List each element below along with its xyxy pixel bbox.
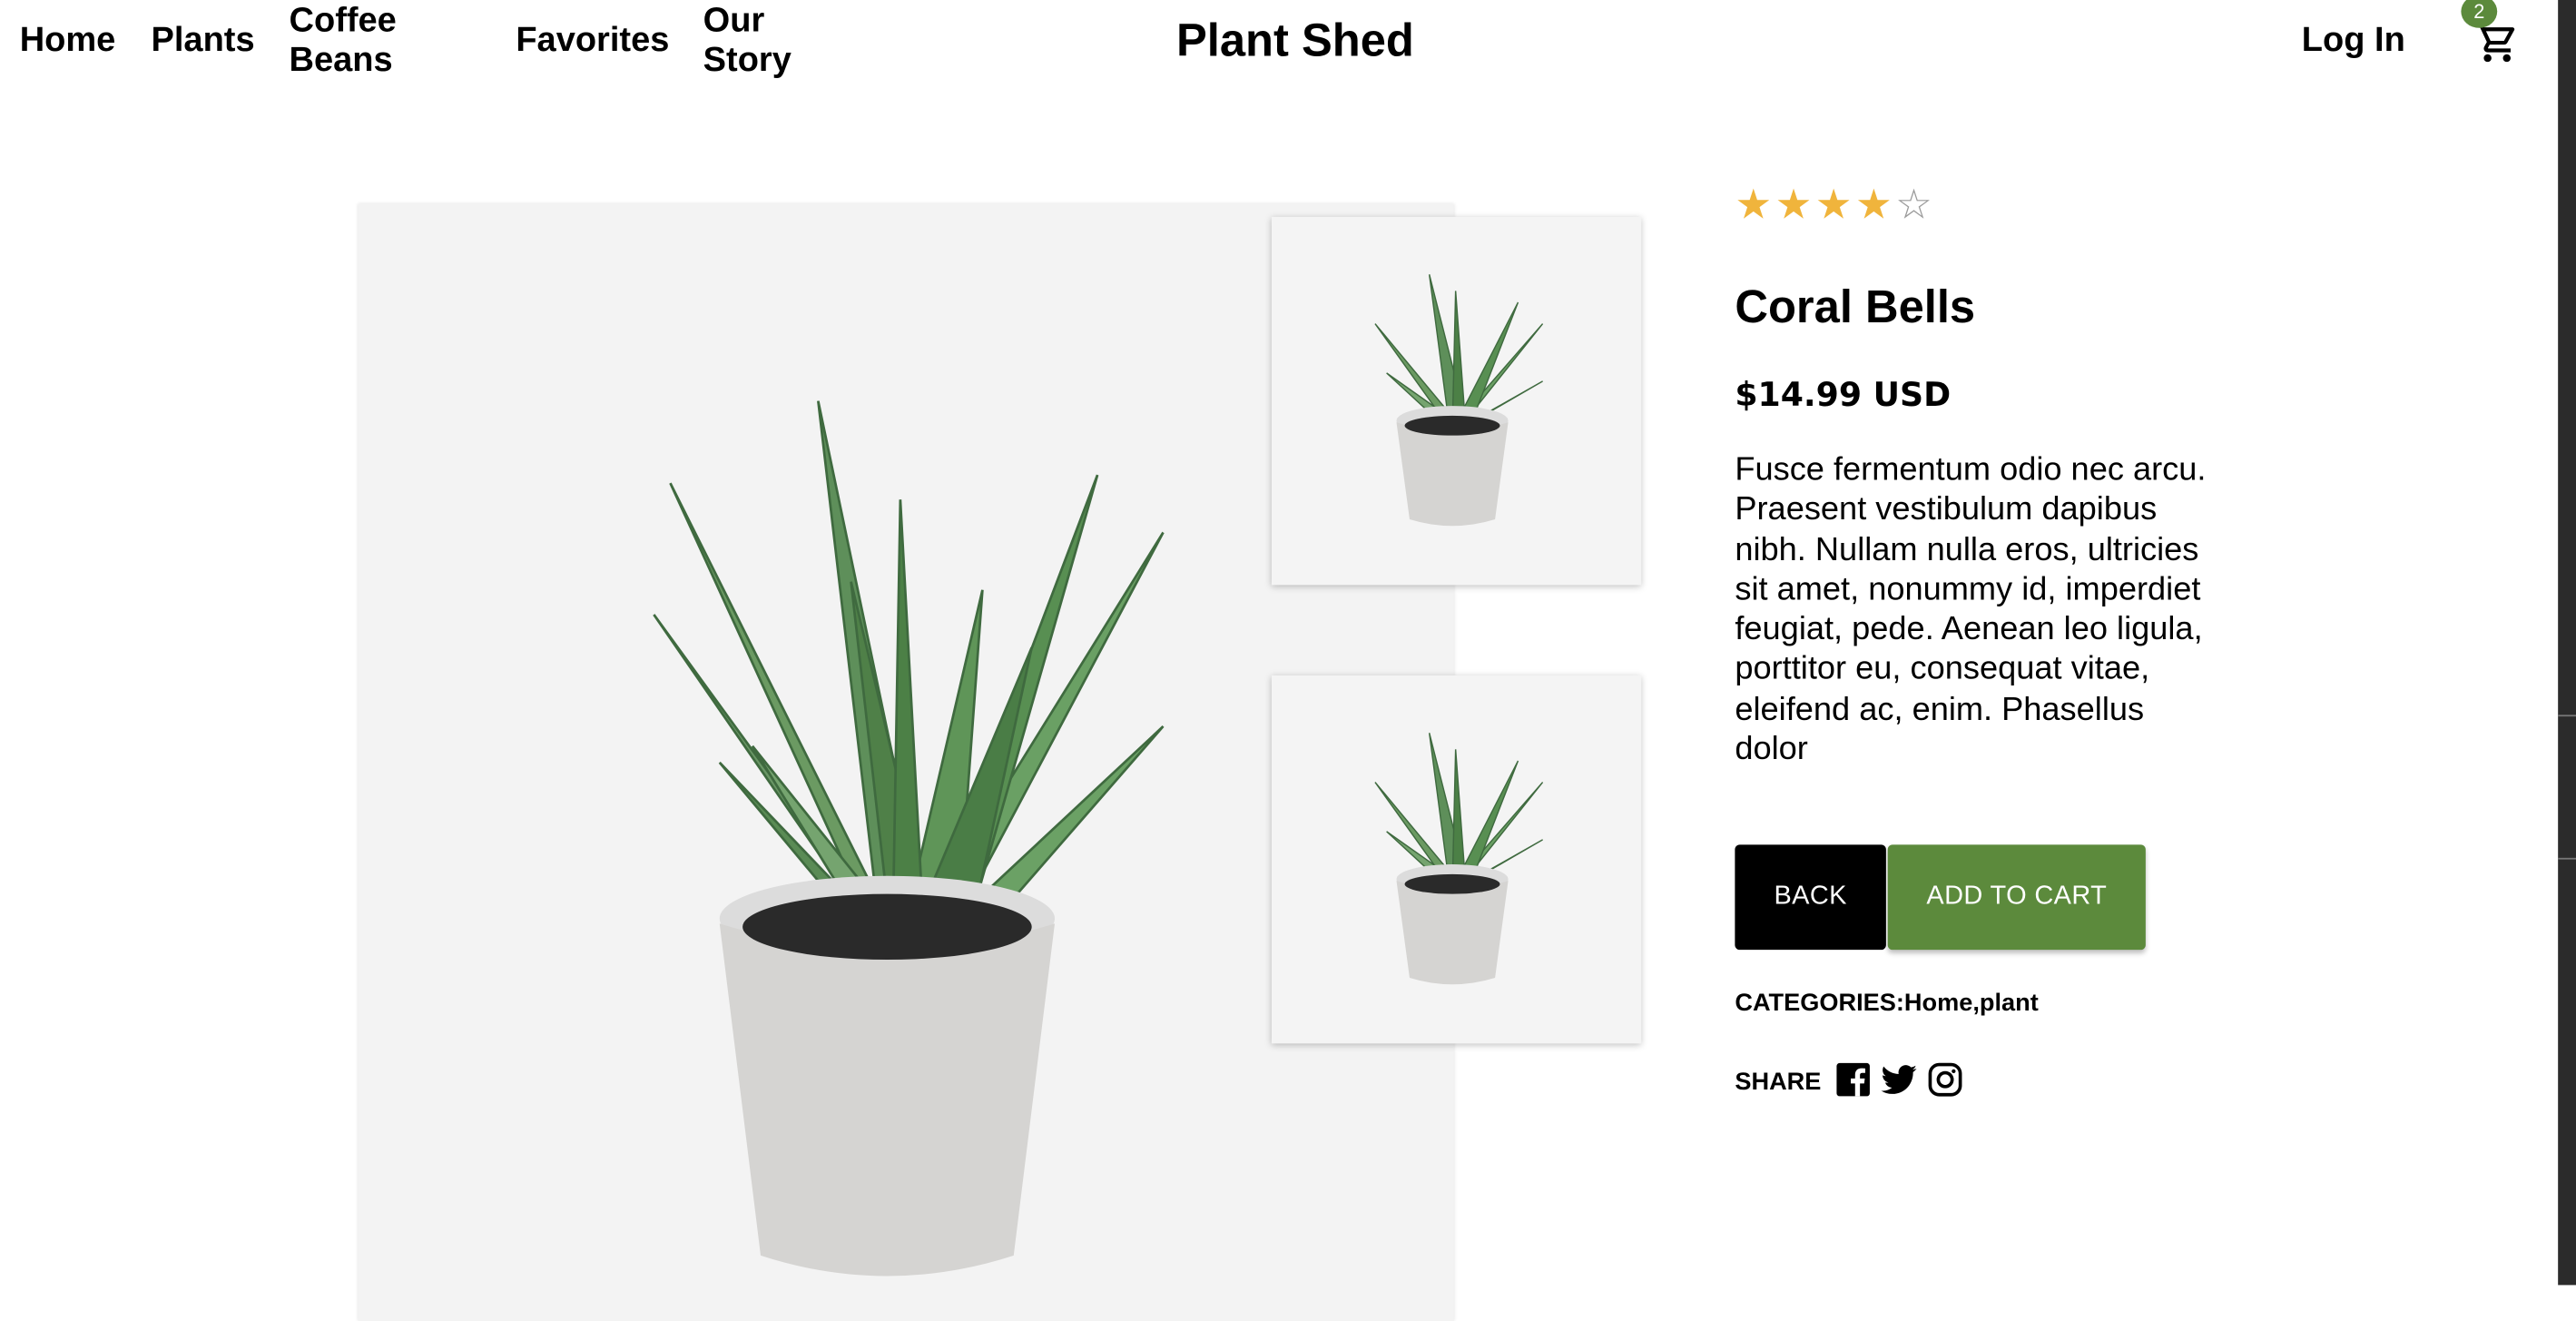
star-filled-icon[interactable]: ★: [1855, 181, 1893, 230]
nav-favorites[interactable]: Favorites: [516, 22, 669, 61]
nav-home[interactable]: Home: [20, 22, 116, 61]
brand-title[interactable]: Plant Shed: [1176, 15, 1414, 67]
add-to-cart-button[interactable]: ADD TO CART: [1887, 844, 2146, 951]
thumbnail-image[interactable]: [1271, 675, 1642, 1044]
facebook-icon[interactable]: [1834, 1061, 1871, 1098]
share-label: SHARE: [1735, 1068, 1822, 1097]
star-rating: ★ ★ ★ ★ ☆: [1735, 181, 1932, 230]
login-link[interactable]: Log In: [2302, 22, 2405, 61]
page: Home Plants Coffee Beans Favorites Our S…: [0, 0, 2576, 1321]
nav-coffee-beans[interactable]: Coffee Beans: [290, 2, 397, 81]
instagram-icon[interactable]: [1926, 1061, 1962, 1098]
star-empty-icon[interactable]: ☆: [1895, 181, 1932, 230]
categories-value[interactable]: Home,plant: [1904, 990, 2039, 1018]
categories-label: CATEGORIES:: [1735, 989, 1904, 1018]
categories: CATEGORIES:Home,plant: [1735, 990, 2038, 1020]
scrollbar-mark: [2558, 715, 2576, 717]
star-filled-icon[interactable]: ★: [1815, 181, 1853, 230]
product-title: Coral Bells: [1735, 281, 1976, 332]
nav-our-story[interactable]: Our Story: [703, 2, 791, 81]
product-price: $14.99 USD: [1735, 374, 1952, 415]
twitter-icon[interactable]: [1880, 1061, 1917, 1098]
scrollbar[interactable]: [2558, 0, 2576, 1286]
back-button[interactable]: BACK: [1735, 844, 1886, 951]
share-row: SHARE: [1735, 1061, 1962, 1098]
product-description: Fusce fermentum odio nec arcu. Praesent …: [1735, 451, 2207, 768]
star-filled-icon[interactable]: ★: [1775, 181, 1813, 230]
star-filled-icon[interactable]: ★: [1735, 181, 1772, 230]
nav-plants[interactable]: Plants: [152, 22, 255, 61]
thumbnail-image[interactable]: [1271, 216, 1642, 586]
scrollbar-mark: [2558, 857, 2576, 860]
